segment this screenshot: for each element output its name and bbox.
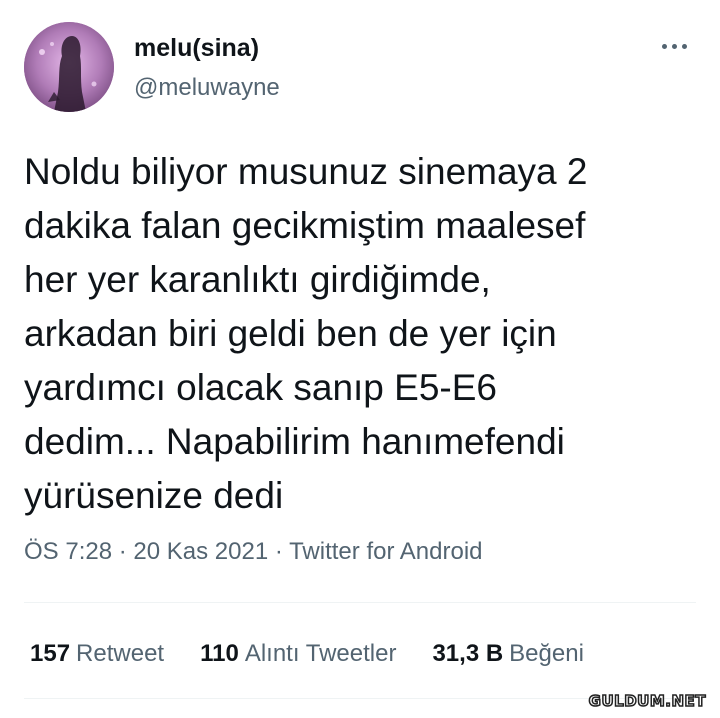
tweet-text-line: dakika falan gecikmiştim maalesef (24, 205, 586, 246)
tweet-date[interactable]: 20 Kas 2021 (133, 538, 268, 565)
tweet-source[interactable]: Twitter for Android (289, 538, 482, 565)
avatar[interactable] (24, 22, 114, 112)
tweet-text-line: her yer karanlıktı girdiğimde, (24, 259, 491, 300)
author-handle[interactable]: @meluwayne (134, 74, 280, 102)
watermark: GULDUM.NET (588, 691, 706, 711)
tweet-text: Noldu biliyor musunuz sinemaya 2 dakika … (24, 145, 704, 523)
meta-separator: · (118, 538, 127, 565)
tweet-meta: ÖS 7:28 · 20 Kas 2021 · Twitter for Andr… (24, 538, 483, 566)
tweet-text-line: dedim... Napabilirim hanımefendi (24, 421, 565, 462)
author-name[interactable]: melu(sina) (134, 34, 259, 63)
retweets-label: Retweet (76, 640, 165, 667)
meta-separator: · (274, 538, 283, 565)
tweet-stats: 157 Retweet 110 Alıntı Tweetler 31,3 B Beğe… (30, 640, 584, 668)
more-dot (661, 43, 667, 49)
quotes-count: 110 (200, 640, 239, 667)
more-dot (681, 43, 687, 49)
avatar-image (24, 22, 114, 112)
divider (24, 602, 696, 603)
retweets-stat[interactable]: 157 Retweet (30, 640, 164, 668)
tweet-text-line: yardımcı olacak sanıp E5-E6 (24, 367, 497, 408)
quotes-stat[interactable]: 110 Alıntı Tweetler (200, 640, 396, 668)
quotes-label: Alıntı Tweetler (244, 640, 397, 667)
likes-stat[interactable]: 31,3 B Beğeni (432, 640, 583, 668)
more-horizontal-icon[interactable] (654, 36, 694, 56)
retweets-count: 157 (30, 640, 71, 667)
tweet-text-line: yürüsenize dedi (24, 475, 284, 516)
more-dot (671, 43, 677, 49)
tweet-text-line: Noldu biliyor musunuz sinemaya 2 (24, 151, 588, 192)
tweet-header: melu(sina) @meluwayne (24, 22, 696, 114)
likes-label: Beğeni (509, 640, 584, 667)
tweet-time[interactable]: ÖS 7:28 (24, 538, 112, 565)
tweet-text-line: arkadan biri geldi ben de yer için (24, 313, 557, 354)
likes-count: 31,3 B (432, 640, 504, 667)
